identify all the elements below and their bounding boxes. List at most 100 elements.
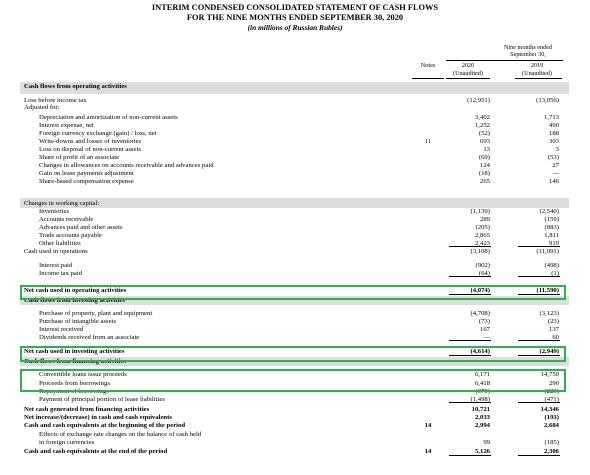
statement-header: INTERIM CONDENSED CONSOLIDATED STATEMENT… [0,3,590,33]
highlight-operating-total [20,285,566,300]
table-row: Cash flows from operating activities [0,83,590,90]
table-row: Accounts receivable 289 (159) [0,216,590,223]
value-2019: 1,713 [543,114,559,121]
table-row: Changes in allowances on accounts receiv… [0,162,590,169]
value-2020: 693 [479,138,490,145]
value-2020: (69) [478,154,490,161]
col-2019-underline [515,78,562,79]
table-row: in foreign currencies 99 (185) [0,439,590,446]
row-note: 14 [424,448,432,455]
statement-units: (in millions of Russian Rubles) [247,23,343,32]
total-rule [518,455,560,456]
value-2019: 14,346 [540,406,559,413]
row-label: Gain on lease payments adjustment [39,170,134,177]
row-label: Share-based compensation expense [39,178,134,185]
table-row: Adjusted for: [0,104,590,111]
table-row: Dividends received from an associate —60 [0,334,590,341]
row-label: Interest received [39,326,84,333]
table-row: Write-downs and losses of inventories 11 6… [0,138,590,145]
value-2020: (902) [475,262,491,269]
value-2019: 3 [555,146,559,153]
table-row: Net increase/(decrease) in cash and cash… [0,414,590,421]
value-2019: (159) [544,216,560,223]
total-rule [518,276,560,277]
table-row: Effects of exchange rate changes on the … [0,431,590,438]
value-2020: (73) [478,318,490,325]
table-row: Interest paid (902) (498) [0,262,590,269]
row-label: Advances paid and other assets [39,224,123,231]
row-label: Purchase of property, plant and equipmen… [39,310,153,317]
value-2019: 146 [548,178,559,185]
row-label: Dividends received from an associate [39,334,140,341]
row-label: Payment of principal portion of lease li… [39,396,165,403]
row-label: Share of profit of an associate [39,154,120,161]
table-row: Cash and cash equivalents at the end of … [0,448,590,455]
row-label: Net increase/(decrease) in cash and cash… [24,414,172,421]
table-row: Purchase of property, plant and equipmen… [0,310,590,317]
row-label: Interest paid [39,262,73,269]
value-2019: (53) [547,154,559,161]
table-row: Income tax paid (64) (1) [0,270,590,277]
value-2020: (4,708) [470,310,490,317]
value-2019: (193) [544,414,560,421]
value-2019: 1,811 [544,232,559,239]
value-2020: 10,721 [471,406,490,413]
value-2020: (18) [478,170,490,177]
row-label: Other liabilities [39,240,81,247]
table-row: Foreign currency exchange (gain) / loss,… [0,130,590,137]
value-2020: 167 [479,326,490,333]
table-row: Interest expense, net 1,252 490 [0,122,590,129]
value-2020: 2,994 [474,422,490,429]
row-label: Inventories [39,208,70,215]
row-label: in foreign currencies [39,439,95,446]
row-note: 14 [424,422,432,429]
row-label: Depreciation and amortization of non-cur… [39,114,178,121]
value-2019: 303 [548,138,559,145]
total-rule [449,276,491,277]
value-2019: 137 [548,326,559,333]
value-2020: 5,126 [474,448,490,455]
notes-underline [412,78,444,79]
highlight-investing-total [20,346,566,362]
total-rule [449,246,491,247]
total-rule [518,340,560,341]
table-row: Changes in working capital: [0,200,590,207]
value-2019: (883) [544,224,560,231]
row-label: Loss before income tax [24,97,87,104]
value-2020: 99 [483,439,490,446]
row-label: Changes in allowances on accounts receiv… [39,162,214,169]
table-row: Payment of principal portion of lease li… [0,396,590,403]
value-2020: 13 [483,146,490,153]
table-row: Inventories (1,139) (2,540) [0,208,590,215]
value-2020: (1,139) [470,208,490,215]
row-label: Net cash generated from financing activi… [24,406,150,413]
row-label: Cash and cash equivalents at the end of … [24,448,168,455]
row-note: 11 [424,138,432,145]
value-2020: 2,033 [474,414,490,421]
value-2019: (11,091) [536,248,559,255]
table-row: Trade accounts payable 2,865 1,811 [0,232,590,239]
total-rule [518,246,560,247]
statement-subtitle: FOR THE NINE MONTHS ENDED SEPTEMBER 30, … [186,13,404,22]
value-2020: 124 [479,162,490,169]
row-label: Foreign currency exchange (gain) / loss,… [39,130,157,137]
row-label: Accounts receivable [39,216,94,223]
row-label: Cash and cash equivalents at the beginni… [24,422,186,429]
table-row: Depreciation and amortization of non-cur… [0,114,590,121]
col-2020-underline [446,78,490,79]
value-2019: 2,684 [543,422,559,429]
value-2019: 490 [548,122,559,129]
row-label: Loss on disposal of non-current assets [39,146,141,153]
year-2019-header: 2019 [530,62,544,69]
value-2019: (2,540) [539,208,559,215]
row-label: Write-downs and losses of inventories [39,138,142,145]
table-row: Loss before income tax (12,951) (13,056) [0,97,590,104]
period-line-1: Nine months ended [503,44,553,51]
row-label: Trade accounts payable [39,232,102,239]
total-rule [449,455,491,456]
row-label: Changes in working capital: [24,200,100,207]
table-row: Other liabilities 2,423 919 [0,240,590,247]
table-row: Interest received 167 137 [0,326,590,333]
value-2020: 289 [479,216,490,223]
period-underline [446,60,563,61]
